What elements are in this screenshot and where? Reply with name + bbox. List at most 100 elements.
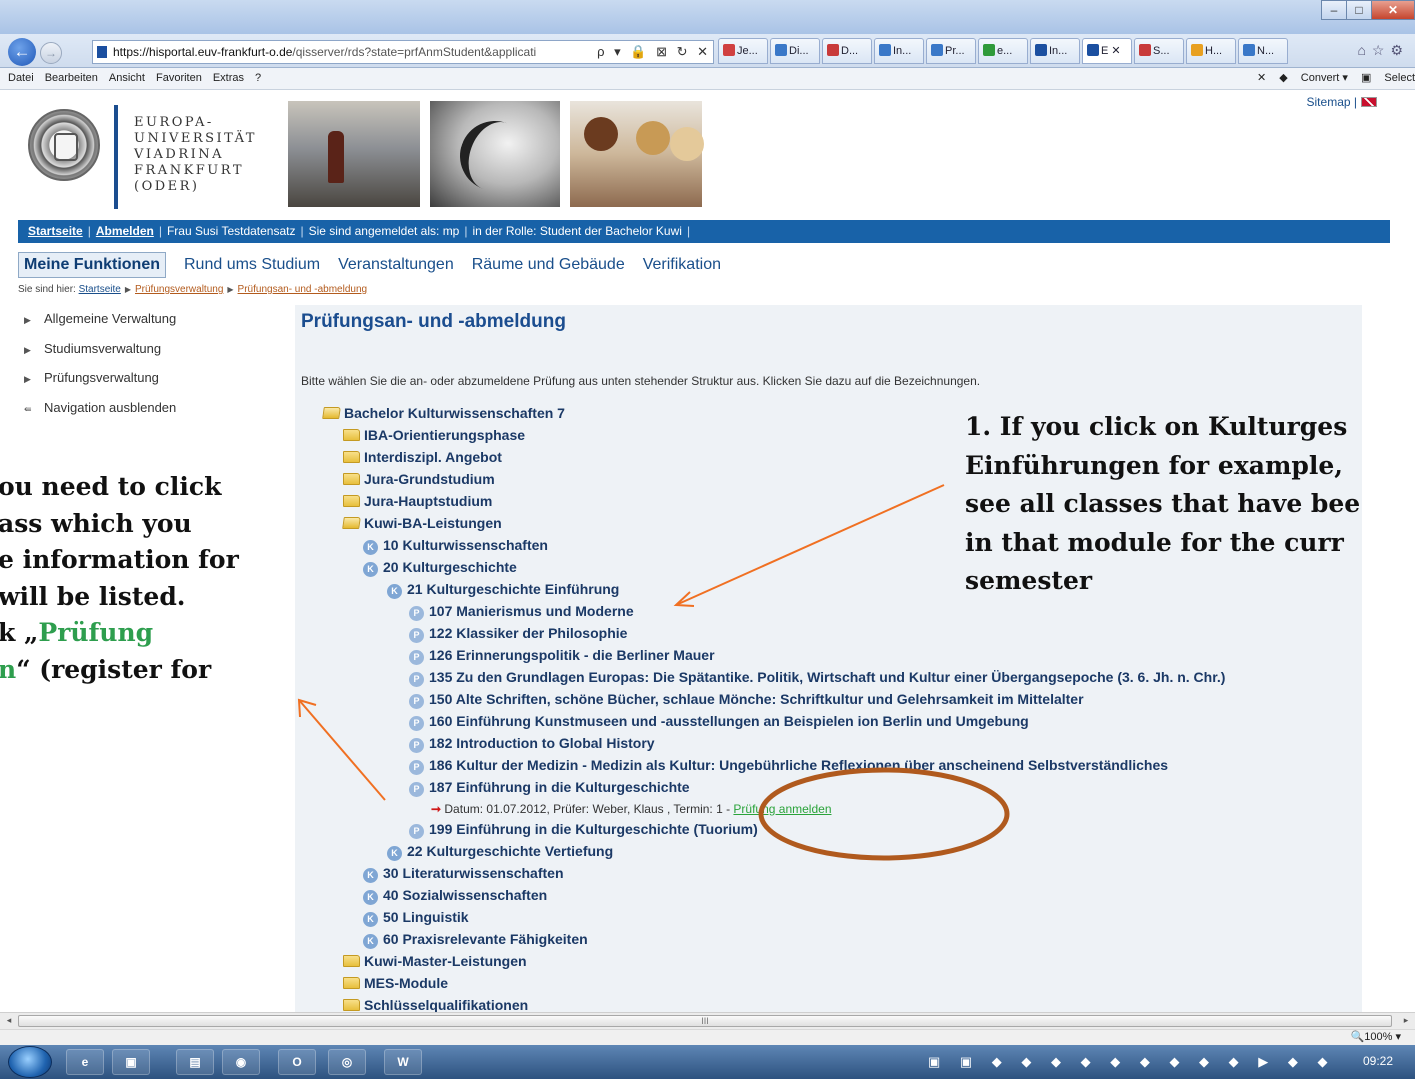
close-window-button[interactable]: ✕ <box>1371 0 1415 20</box>
browser-tab[interactable]: In... <box>874 38 924 64</box>
annotation-green-text: Prüfung <box>38 618 154 647</box>
tree-item[interactable]: Interdiszipl. Angebot <box>343 446 502 468</box>
browser-tab[interactable]: H... <box>1186 38 1236 64</box>
tree-item[interactable]: Jura-Grundstudium <box>343 468 495 490</box>
tree-item[interactable]: P 107 Manierismus und Moderne <box>409 600 634 622</box>
tree-item[interactable]: Jura-Hauptstudium <box>343 490 492 512</box>
taskbar-app-icon[interactable]: ◉ <box>222 1049 260 1075</box>
home-favorites-settings-icons[interactable]: ⌂☆⚙ <box>1357 42 1409 59</box>
select-button[interactable]: ▣ Select <box>1361 72 1415 84</box>
main-nav-item[interactable]: Rund ums Studium <box>184 253 320 277</box>
tree-item[interactable]: K 20 Kulturgeschichte <box>363 556 517 578</box>
tree-item[interactable]: P 182 Introduction to Global History <box>409 732 655 754</box>
tree-item[interactable]: K 50 Linguistik <box>363 906 469 928</box>
tab-label: N... <box>1257 45 1275 57</box>
menu-item[interactable]: Ansicht <box>109 68 145 89</box>
close-toolbar-icon[interactable]: ✕ <box>1257 72 1266 84</box>
taskbar-app-icon[interactable]: ▣ <box>112 1049 150 1075</box>
english-flag-icon[interactable] <box>1361 97 1377 107</box>
tree-item[interactable]: K 60 Praxisrelevante Fähigkeiten <box>363 928 588 950</box>
scroll-left-icon[interactable]: ◂ <box>2 1015 16 1027</box>
logo-line: FRANKFURT <box>134 163 244 178</box>
browser-tab[interactable]: Di... <box>770 38 820 64</box>
browser-tab[interactable]: In... <box>1030 38 1080 64</box>
horizontal-scrollbar[interactable]: ◂ III ▸ <box>0 1012 1415 1029</box>
menu-item[interactable]: Extras <box>213 68 244 89</box>
sitemap-link[interactable]: Sitemap | <box>1307 95 1377 109</box>
tree-item[interactable]: P 150 Alte Schriften, schöne Bücher, schl… <box>409 688 1084 710</box>
tree-item[interactable]: P 126 Erinnerungspolitik - die Berliner M… <box>409 644 715 666</box>
menu-item[interactable]: ? <box>255 68 261 89</box>
menu-item[interactable]: Bearbeiten <box>45 68 98 89</box>
back-button[interactable]: ← <box>8 38 36 66</box>
module-k-icon: K <box>363 912 378 927</box>
main-nav-item[interactable]: Meine Funktionen <box>18 252 166 278</box>
convert-button[interactable]: ◆ Convert ▾ <box>1279 72 1348 84</box>
browser-tab[interactable]: Je... <box>718 38 768 64</box>
taskbar-app-icon[interactable]: O <box>278 1049 316 1075</box>
tree-item[interactable]: IBA-Orientierungsphase <box>343 424 525 446</box>
maximize-button[interactable]: □ <box>1346 0 1372 20</box>
address-bar: ← → https://hisportal.euv-frankfurt-o.de… <box>0 34 1415 68</box>
tree-item[interactable]: K 22 Kulturgeschichte Vertiefung <box>387 840 613 862</box>
breadcrumb-current[interactable]: Prüfungsan- und -abmeldung <box>238 284 368 295</box>
browser-tab[interactable]: E ✕ <box>1082 38 1132 64</box>
browser-tab[interactable]: S... <box>1134 38 1184 64</box>
tree-item[interactable]: P 186 Kultur der Medizin - Medizin als Ku… <box>409 754 1168 776</box>
tree-item[interactable]: P 135 Zu den Grundlagen Europas: Die Spät… <box>409 666 1225 688</box>
start-button[interactable] <box>8 1046 52 1078</box>
minimize-button[interactable]: – <box>1321 0 1347 20</box>
tree-item[interactable]: P 160 Einführung Kunstmuseen und -ausstel… <box>409 710 1029 732</box>
university-logo-text: EUROPA- UNIVERSITÄT VIADRINA FRANKFURT (ODER… <box>134 115 257 195</box>
module-k-icon: K <box>363 868 378 883</box>
tree-item[interactable]: K 21 Kulturgeschichte Einführung <box>387 578 619 600</box>
tree-item[interactable]: K 10 Kulturwissenschaften <box>363 534 548 556</box>
sidenav-item[interactable]: ▶ Studiumsverwaltung <box>24 341 176 371</box>
tree-item-label: 107 Manierismus und Moderne <box>429 603 634 619</box>
exam-p-icon: P <box>409 782 424 797</box>
taskbar-app-icon[interactable]: ▤ <box>176 1049 214 1075</box>
browser-tab[interactable]: e... <box>978 38 1028 64</box>
zoom-level[interactable]: 🔍100% ▾ <box>1351 1030 1401 1045</box>
breadcrumb-pruefungsverwaltung[interactable]: Prüfungsverwaltung <box>135 284 223 295</box>
tree-item[interactable]: K 40 Sozialwissenschaften <box>363 884 547 906</box>
main-nav-item[interactable]: Räume und Gebäude <box>472 253 625 277</box>
menu-item[interactable]: Datei <box>8 68 34 89</box>
tree-item[interactable]: MES-Module <box>343 972 448 994</box>
side-navigation: ▶ Allgemeine Verwaltung ▶ Studiumsverwaltun… <box>24 311 176 429</box>
system-tray[interactable]: ▣ ▣ ◆ ◆ ◆ ◆ ◆ ◆ ◆ ◆ ◆ ▶ ◆ ◆ <box>928 1054 1336 1070</box>
register-exam-link[interactable]: Prüfung anmelden <box>733 802 831 816</box>
scroll-right-icon[interactable]: ▸ <box>1399 1015 1413 1027</box>
breadcrumb-startseite[interactable]: Startseite <box>79 284 121 295</box>
tree-item[interactable]: Schlüsselqualifikationen <box>343 994 528 1012</box>
tree-item[interactable]: P 122 Klassiker der Philosophie <box>409 622 627 644</box>
taskbar-app-icon[interactable]: ◎ <box>328 1049 366 1075</box>
url-tools[interactable]: ρ ▾ 🔒 ⊠ ↻ ✕ <box>593 41 711 63</box>
tree-item[interactable]: P 187 Einführung in die Kulturgeschichte <box>409 776 690 798</box>
tree-item[interactable]: Kuwi-Master-Leistungen <box>343 950 527 972</box>
startseite-link[interactable]: Startseite <box>28 224 83 238</box>
taskbar-app-icon[interactable]: W <box>384 1049 422 1075</box>
browser-tab[interactable]: Pr... <box>926 38 976 64</box>
browser-tab[interactable]: N... <box>1238 38 1288 64</box>
sidenav-item[interactable]: ▶ Allgemeine Verwaltung <box>24 311 176 341</box>
scroll-thumb[interactable]: III <box>18 1015 1392 1027</box>
taskbar-app-icon[interactable]: e <box>66 1049 104 1075</box>
browser-tab[interactable]: D... <box>822 38 872 64</box>
tab-favicon-icon <box>931 44 943 56</box>
main-nav-item[interactable]: Veranstaltungen <box>338 253 454 277</box>
tree-item[interactable]: Kuwi-BA-Leistungen <box>342 512 502 534</box>
abmelden-link[interactable]: Abmelden <box>96 224 154 238</box>
sidenav-item[interactable]: ▶ Prüfungsverwaltung <box>24 370 176 400</box>
menu-item[interactable]: Favoriten <box>156 68 202 89</box>
tree-item[interactable]: K 30 Literaturwissenschaften <box>363 862 564 884</box>
main-nav-item[interactable]: Verifikation <box>643 253 721 277</box>
url-input[interactable]: https://hisportal.euv-frankfurt-o.de/qis… <box>92 40 714 64</box>
tab-label: S... <box>1153 45 1170 57</box>
sidenav-item[interactable]: ⇚ Navigation ausblenden <box>24 400 176 430</box>
annotation-line: k „Prüfung <box>0 615 239 652</box>
tree-item-label: Schlüsselqualifikationen <box>364 997 529 1012</box>
forward-button[interactable]: → <box>40 42 62 64</box>
tree-item[interactable]: Bachelor Kulturwissenschaften 7 <box>322 402 565 424</box>
tree-item[interactable]: P 199 Einführung in die Kulturgeschichte … <box>409 818 758 840</box>
